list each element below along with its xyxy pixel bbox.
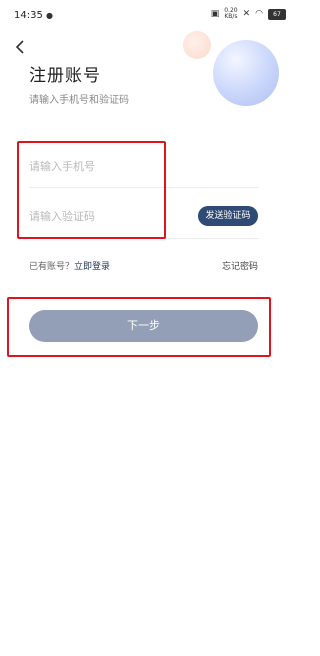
- send-code-button[interactable]: 发送验证码: [198, 206, 258, 226]
- forgot-password-link[interactable]: 忘记密码: [222, 259, 258, 272]
- battery-icon: 67: [268, 8, 286, 20]
- status-time: 14:35: [14, 10, 43, 21]
- decorative-circle-large: [213, 40, 279, 106]
- network-speed: 0.20 KB/s: [224, 8, 237, 20]
- login-link[interactable]: 立即登录: [74, 262, 110, 272]
- mute-icon: ✕: [242, 9, 251, 19]
- wechat-icon: ●: [46, 11, 53, 20]
- highlight-box-next: [7, 297, 271, 357]
- page-subtitle: 请输入手机号和验证码: [29, 95, 129, 106]
- page-title: 注册账号: [29, 66, 101, 86]
- decorative-circle-small: [183, 31, 211, 59]
- wifi-icon: ◠: [255, 9, 263, 19]
- vibrate-icon: ▣: [210, 9, 220, 19]
- network-speed-unit: KB/s: [224, 13, 238, 20]
- status-icons: ▣ 0.20 KB/s ✕ ◠ 67: [211, 8, 286, 20]
- chevron-left-icon[interactable]: [12, 38, 30, 56]
- have-account-label: 已有账号？: [29, 262, 75, 272]
- have-account-text: 已有账号？立即登录: [29, 259, 110, 272]
- status-bar: 14:35 ● ▣ 0.20 KB/s ✕ ◠ 67: [0, 0, 296, 30]
- highlight-box-inputs: [17, 141, 166, 239]
